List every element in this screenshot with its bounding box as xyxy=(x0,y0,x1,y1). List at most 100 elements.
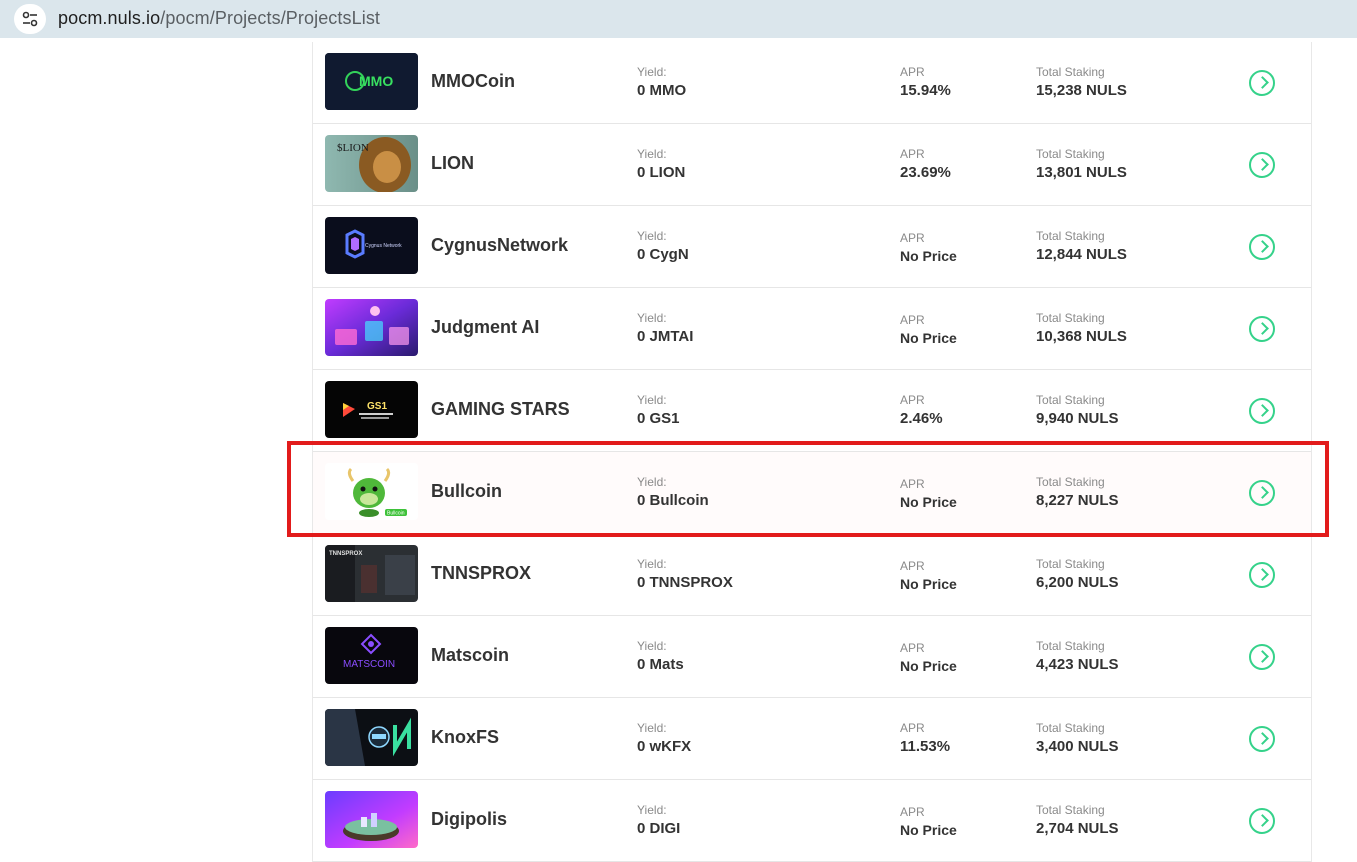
project-logo: TNNSPROX xyxy=(325,545,418,602)
yield-value: 0 TNNSPROX xyxy=(637,574,733,591)
project-name: TNNSPROX xyxy=(431,563,532,583)
url-host: pocm.nuls.io xyxy=(58,8,161,28)
total-staking-label: Total Staking xyxy=(1036,311,1105,325)
open-project-arrow-icon[interactable] xyxy=(1249,644,1275,670)
yield-value: 0 DIGI xyxy=(637,820,681,837)
apr-label: APR xyxy=(900,477,925,491)
open-project-arrow-icon[interactable] xyxy=(1249,398,1275,424)
site-settings-icon[interactable] xyxy=(14,4,46,34)
total-staking-value: 8,227 NULS xyxy=(1036,492,1119,509)
apr-label: APR xyxy=(900,641,925,655)
yield-value: 0 GS1 xyxy=(637,410,680,427)
project-row-mmocoin[interactable]: MMO MMOCoin Yield: 0 MMO APR 15.94% Tota… xyxy=(313,42,1311,124)
open-project-arrow-icon[interactable] xyxy=(1249,808,1275,834)
project-name: CygnusNetwork xyxy=(431,235,569,255)
project-name: GAMING STARS xyxy=(431,399,570,419)
open-project-arrow-icon[interactable] xyxy=(1249,562,1275,588)
project-logo: GS1 xyxy=(325,381,418,438)
project-name: Judgment AI xyxy=(431,317,540,337)
url-path: /pocm/Projects/ProjectsList xyxy=(160,8,381,28)
project-name: KnoxFS xyxy=(431,727,500,747)
apr-label: APR xyxy=(900,313,925,327)
yield-value: 0 MMO xyxy=(637,82,687,99)
total-staking-value: 15,238 NULS xyxy=(1036,82,1127,99)
apr-label: APR xyxy=(900,147,925,161)
project-row-gaming-stars[interactable]: GS1 GAMING STARS Yield: 0 GS1 APR 2.46% … xyxy=(313,370,1311,452)
open-project-arrow-icon[interactable] xyxy=(1249,316,1275,342)
project-name: MMOCoin xyxy=(431,71,515,91)
project-row-matscoin[interactable]: MATSCOIN Matscoin Yield: 0 Mats APR No P… xyxy=(313,616,1311,698)
total-staking-value: 2,704 NULS xyxy=(1036,820,1119,837)
open-project-arrow-icon[interactable] xyxy=(1249,234,1275,260)
total-staking-value: 10,368 NULS xyxy=(1036,328,1127,345)
apr-value: 11.53% xyxy=(900,738,951,755)
apr-label: APR xyxy=(900,721,925,735)
total-staking-value: 9,940 NULS xyxy=(1036,410,1119,427)
yield-value: 0 wKFX xyxy=(637,738,692,755)
project-list: MMO MMOCoin Yield: 0 MMO APR 15.94% Tota… xyxy=(312,42,1312,862)
logo-text: TNNSPROX xyxy=(329,551,362,557)
yield-label: Yield: xyxy=(637,311,667,325)
yield-value: 0 Bullcoin xyxy=(637,492,709,509)
apr-label: APR xyxy=(900,231,925,245)
yield-label: Yield: xyxy=(637,147,667,161)
apr-value: No Price xyxy=(900,494,957,510)
project-logo: MATSCOIN xyxy=(325,627,418,684)
yield-label: Yield: xyxy=(637,557,667,571)
yield-label: Yield: xyxy=(637,475,667,489)
total-staking-label: Total Staking xyxy=(1036,229,1105,243)
project-row-knoxfs[interactable]: KnoxFS Yield: 0 wKFX APR 11.53% Total St… xyxy=(313,698,1311,780)
yield-label: Yield: xyxy=(637,639,667,653)
project-row-judgment-ai[interactable]: Judgment AI Yield: 0 JMTAI APR No Price … xyxy=(313,288,1311,370)
project-logo: Cygnus Network xyxy=(325,217,418,274)
logo-text: MATSCOIN xyxy=(343,659,395,670)
total-staking-label: Total Staking xyxy=(1036,803,1105,817)
total-staking-label: Total Staking xyxy=(1036,639,1105,653)
project-logo: MMO xyxy=(325,53,418,110)
project-logo xyxy=(325,709,418,766)
project-name: Digipolis xyxy=(431,809,507,829)
total-staking-label: Total Staking xyxy=(1036,65,1105,79)
apr-value: No Price xyxy=(900,658,957,674)
total-staking-value: 4,423 NULS xyxy=(1036,656,1119,673)
project-row-bullcoin[interactable]: Bullcoin Bullcoin Yield: 0 Bullcoin APR … xyxy=(313,452,1311,534)
total-staking-label: Total Staking xyxy=(1036,393,1105,407)
apr-label: APR xyxy=(900,393,925,407)
logo-text: Cygnus Network xyxy=(365,243,402,249)
open-project-arrow-icon[interactable] xyxy=(1249,70,1275,96)
url-field[interactable]: pocm.nuls.io/pocm/Projects/ProjectsList xyxy=(58,8,380,29)
apr-label: APR xyxy=(900,65,925,79)
project-row-cygnusnetwork[interactable]: Cygnus Network CygnusNetwork Yield: 0 Cy… xyxy=(313,206,1311,288)
yield-value: 0 LION xyxy=(637,164,686,181)
apr-value: No Price xyxy=(900,330,957,346)
apr-value: 15.94% xyxy=(900,82,951,99)
apr-value: 23.69% xyxy=(900,164,951,181)
total-staking-value: 3,400 NULS xyxy=(1036,738,1119,755)
logo-text: MMO xyxy=(359,73,393,89)
apr-label: APR xyxy=(900,559,925,573)
open-project-arrow-icon[interactable] xyxy=(1249,480,1275,506)
yield-value: 0 JMTAI xyxy=(637,328,694,345)
open-project-arrow-icon[interactable] xyxy=(1249,726,1275,752)
total-staking-label: Total Staking xyxy=(1036,147,1105,161)
project-row-digipolis[interactable]: Digipolis Yield: 0 DIGI APR No Price Tot… xyxy=(313,780,1311,862)
project-row-lion[interactable]: $LION LION Yield: 0 LION APR 23.69% Tota… xyxy=(313,124,1311,206)
apr-label: APR xyxy=(900,805,925,819)
yield-label: Yield: xyxy=(637,803,667,817)
project-logo xyxy=(325,791,418,848)
total-staking-value: 12,844 NULS xyxy=(1036,246,1127,263)
project-name: Matscoin xyxy=(431,645,510,665)
apr-value: 2.46% xyxy=(900,410,943,427)
open-project-arrow-icon[interactable] xyxy=(1249,152,1275,178)
yield-value: 0 CygN xyxy=(637,246,689,263)
project-name: LION xyxy=(431,153,474,173)
yield-label: Yield: xyxy=(637,65,667,79)
yield-value: 0 Mats xyxy=(637,656,684,673)
apr-value: No Price xyxy=(900,576,957,592)
project-name: Bullcoin xyxy=(431,481,502,501)
logo-text: GS1 xyxy=(367,401,387,412)
logo-text: Bullcoin xyxy=(387,511,405,517)
browser-address-bar: pocm.nuls.io/pocm/Projects/ProjectsList xyxy=(0,0,1357,38)
project-row-tnnsprox[interactable]: TNNSPROX TNNSPROX Yield: 0 TNNSPROX APR … xyxy=(313,534,1311,616)
total-staking-label: Total Staking xyxy=(1036,721,1105,735)
